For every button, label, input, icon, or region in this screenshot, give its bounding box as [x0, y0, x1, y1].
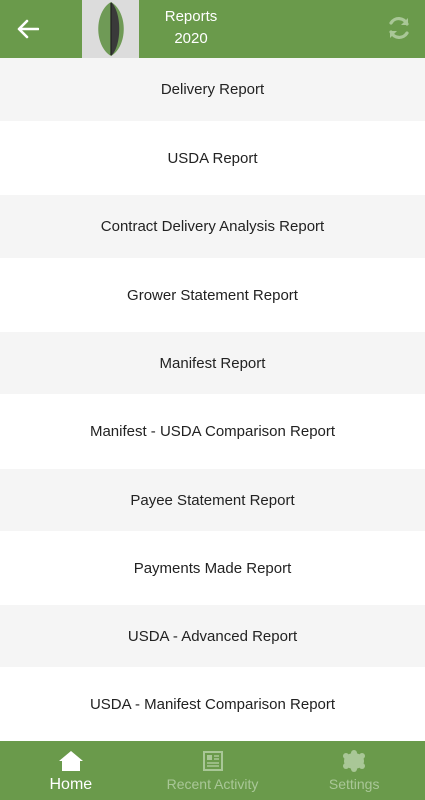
report-item-payments-made[interactable]: Payments Made Report	[0, 531, 425, 605]
report-item-usda[interactable]: USDA Report	[0, 121, 425, 195]
report-list: Delivery Report USDA Report Contract Del…	[0, 58, 425, 742]
app-logo	[82, 0, 139, 58]
nav-settings[interactable]: Settings	[283, 741, 425, 800]
arrow-left-icon	[17, 19, 39, 39]
report-label: USDA Report	[167, 149, 258, 167]
report-item-payee-statement[interactable]: Payee Statement Report	[0, 469, 425, 531]
nav-label: Recent Activity	[166, 776, 259, 792]
bottom-nav: Home Recent Activity Settings	[0, 741, 425, 800]
report-item-usda-advanced[interactable]: USDA - Advanced Report	[0, 605, 425, 667]
page-title: Reports	[164, 8, 218, 25]
header-title: Reports 2020	[140, 6, 242, 50]
report-item-usda-manifest-comparison[interactable]: USDA - Manifest Comparison Report	[0, 667, 425, 742]
nav-recent-activity[interactable]: Recent Activity	[142, 741, 284, 800]
report-label: USDA - Advanced Report	[127, 627, 298, 645]
report-label: Delivery Report	[160, 81, 265, 98]
newspaper-icon	[200, 749, 226, 773]
report-item-grower-statement[interactable]: Grower Statement Report	[0, 258, 425, 332]
report-label: Payments Made Report	[133, 559, 292, 577]
report-label: Contract Delivery Analysis Report	[100, 218, 325, 235]
report-item-manifest-usda-comparison[interactable]: Manifest - USDA Comparison Report	[0, 394, 425, 469]
refresh-icon	[389, 17, 409, 39]
report-label: Grower Statement Report	[127, 286, 298, 304]
report-item-delivery[interactable]: Delivery Report	[0, 58, 425, 121]
report-item-contract-delivery-analysis[interactable]: Contract Delivery Analysis Report	[0, 195, 425, 258]
nav-label: Settings	[328, 776, 380, 792]
report-label: Manifest Report	[159, 354, 266, 372]
nav-home[interactable]: Home	[0, 741, 142, 800]
nav-label: Home	[49, 776, 93, 793]
home-icon	[58, 749, 84, 773]
report-item-manifest[interactable]: Manifest Report	[0, 332, 425, 394]
app-header: Reports 2020	[0, 0, 425, 58]
report-label: USDA - Manifest Comparison Report	[89, 696, 336, 713]
report-label: Payee Statement Report	[130, 491, 295, 509]
refresh-button[interactable]	[383, 12, 415, 44]
gear-icon	[341, 749, 367, 773]
page-year: 2020	[174, 30, 208, 47]
report-label: Manifest - USDA Comparison Report	[89, 423, 336, 440]
back-button[interactable]	[8, 10, 48, 48]
